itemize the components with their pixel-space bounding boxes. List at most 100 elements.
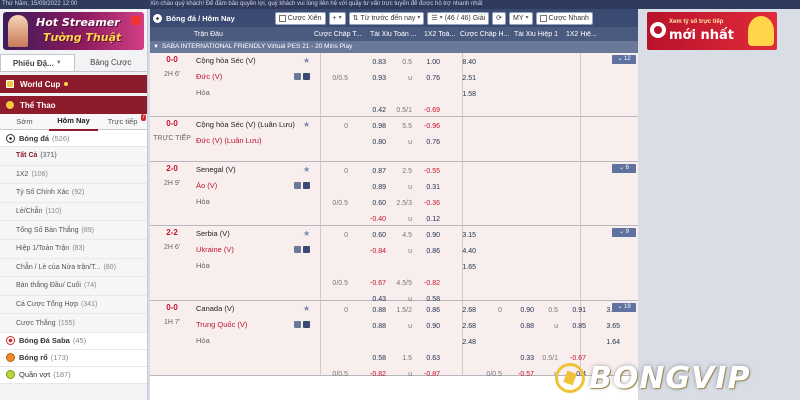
- odds-price[interactable]: 3.15: [450, 228, 476, 244]
- chevron-down-icon: ▾: [338, 14, 342, 21]
- odds-price[interactable]: -0.36: [414, 196, 440, 212]
- odds-price[interactable]: 0.90: [414, 228, 440, 244]
- odds-line: 0: [498, 307, 502, 314]
- tab-bet-list[interactable]: Bảng Cược: [75, 54, 148, 71]
- sort-select[interactable]: ⇅ Từ trước đến nay ▾: [348, 11, 425, 25]
- odds-price[interactable]: -0.96: [414, 119, 440, 135]
- odds-price[interactable]: 0.86: [414, 244, 440, 260]
- parlay-toggle[interactable]: Cược Xiên: [274, 11, 326, 25]
- odds-price[interactable]: 0.80: [360, 135, 386, 151]
- live-stream-icon[interactable]: [303, 246, 310, 253]
- odds-price[interactable]: 2.68: [450, 319, 476, 335]
- refresh-button[interactable]: ⟳: [492, 11, 507, 25]
- odds-price[interactable]: 0.93: [360, 71, 386, 87]
- match-row: 0-0 TRỰC TIẾP Cộng hòa Séc (V) (Luân Lưu) ★…: [150, 117, 638, 162]
- odds-price[interactable]: 1.58: [450, 87, 476, 103]
- odds-price[interactable]: -0.87: [414, 367, 440, 383]
- odds-price[interactable]: 0.90: [414, 319, 440, 335]
- stats-icon[interactable]: [294, 73, 301, 80]
- favorite-star-icon[interactable]: ★: [303, 226, 310, 242]
- odds-price[interactable]: 2.48: [450, 335, 476, 351]
- football-market-odd-even[interactable]: Lẻ/Chẵn (110): [0, 202, 147, 222]
- livescore-promo-banner[interactable]: Xem tỷ số trực tiếp mới nhất: [647, 12, 777, 50]
- odds-line: u: [408, 323, 412, 330]
- odds-price[interactable]: 1.64: [594, 335, 620, 351]
- odds-price[interactable]: 1.65: [450, 260, 476, 276]
- favorite-star-icon[interactable]: ★: [303, 301, 310, 317]
- sport-basketball[interactable]: Bóng rổ (173): [0, 349, 147, 367]
- football-market-half-odd-even[interactable]: Chẵn / Lẻ của Nửa trận/T... (80): [0, 258, 147, 278]
- favorite-star-icon[interactable]: ★: [303, 117, 310, 133]
- odds-price[interactable]: 0.91: [560, 303, 586, 319]
- sport-football[interactable]: Bóng đá (526): [0, 130, 147, 147]
- odds-price[interactable]: -0.84: [360, 244, 386, 260]
- league-header[interactable]: ▼ SABA INTERNATIONAL FRIENDLY Virtual PES…: [150, 41, 638, 53]
- tab-today[interactable]: Hôm Nay: [49, 113, 98, 131]
- odds-price[interactable]: 0.60: [360, 228, 386, 244]
- odds-price[interactable]: 0.90: [508, 303, 534, 319]
- tab-live[interactable]: Trực tiếp 7: [98, 113, 147, 130]
- stats-icon[interactable]: [294, 246, 301, 253]
- football-market-1x2[interactable]: 1X2 (106): [0, 165, 147, 185]
- odds-price[interactable]: 0.89: [360, 180, 386, 196]
- odds-price[interactable]: -0.82: [360, 367, 386, 383]
- worldcup-section[interactable]: World Cup: [0, 75, 147, 93]
- odds-price[interactable]: 0.63: [414, 351, 440, 367]
- odds-price[interactable]: 0.83: [360, 55, 386, 71]
- col-handicap-h1: Cược Chấp H...: [460, 30, 510, 38]
- tab-bet-slip[interactable]: Phiếu Đặ... ▼: [0, 54, 75, 71]
- live-stream-icon[interactable]: [303, 321, 310, 328]
- stats-icon[interactable]: [294, 321, 301, 328]
- odds-price[interactable]: 0.86: [414, 303, 440, 319]
- odds-price[interactable]: 0.76: [414, 71, 440, 87]
- football-market-correct-score[interactable]: Tỷ Số Chính Xác (92): [0, 184, 147, 203]
- odds-price[interactable]: 2.68: [450, 303, 476, 319]
- odds-price[interactable]: 0.88: [360, 303, 386, 319]
- add-market-button[interactable]: + ▾: [328, 11, 346, 25]
- odds-price[interactable]: 0.88: [508, 319, 534, 335]
- quick-bet-toggle[interactable]: Cược Nhanh: [535, 11, 593, 25]
- more-markets-button[interactable]: ⌄ 6: [612, 164, 636, 173]
- league-filter[interactable]: ☰ ▾ (46 / 46) Giải: [427, 11, 490, 25]
- odds-price[interactable]: -0.67: [360, 276, 386, 292]
- live-stream-icon[interactable]: [303, 73, 310, 80]
- saba-football-icon: [6, 336, 15, 346]
- more-markets-button[interactable]: ⌄ 12: [612, 55, 636, 64]
- football-market-outright[interactable]: Cược Thắng (155): [0, 314, 147, 333]
- odds-price[interactable]: 4.40: [450, 244, 476, 260]
- odds-price[interactable]: 0.87: [360, 164, 386, 180]
- sport-saba-football[interactable]: Bóng Đá Saba (45): [0, 332, 147, 350]
- odds-price[interactable]: 0.60: [360, 196, 386, 212]
- sport-tennis[interactable]: Quần vợt (187): [0, 366, 147, 384]
- odds-type-select[interactable]: MY ▾: [509, 11, 533, 25]
- odds-line: u: [408, 75, 412, 82]
- football-market-first-last-goal[interactable]: Bàn thắng Đầu/ Cuối (74): [0, 277, 147, 296]
- football-market-mix-parlay[interactable]: Cá Cược Tổng Hợp (341): [0, 295, 147, 315]
- streamer-banner[interactable]: Hot Streamer Tường Thuật: [3, 12, 144, 50]
- odds-price[interactable]: -0.57: [508, 367, 534, 383]
- odds-price[interactable]: 0.31: [414, 180, 440, 196]
- odds-price[interactable]: 0.58: [360, 351, 386, 367]
- odds-price[interactable]: 2.51: [450, 71, 476, 87]
- sports-section-header[interactable]: Thể Thao: [0, 96, 147, 114]
- odds-price[interactable]: 0.33: [508, 351, 534, 367]
- odds-price[interactable]: 0.88: [360, 319, 386, 335]
- football-market-total-goals[interactable]: Tổng Số Bàn Thắng (89): [0, 221, 147, 240]
- stats-icon[interactable]: [294, 182, 301, 189]
- odds-price[interactable]: -0.55: [414, 164, 440, 180]
- odds-price[interactable]: 0.98: [360, 119, 386, 135]
- odds-price[interactable]: 1.00: [414, 55, 440, 71]
- football-market-all[interactable]: Tất Cả (371): [0, 147, 147, 166]
- favorite-star-icon[interactable]: ★: [303, 53, 310, 69]
- odds-price[interactable]: 8.40: [450, 55, 476, 71]
- odds-price[interactable]: 3.65: [594, 319, 620, 335]
- odds-price[interactable]: 0.76: [414, 135, 440, 151]
- odds-price[interactable]: 0.85: [560, 319, 586, 335]
- more-markets-button[interactable]: ⌄ 19: [612, 303, 636, 312]
- live-stream-icon[interactable]: [303, 182, 310, 189]
- odds-price[interactable]: -0.82: [414, 276, 440, 292]
- tab-early[interactable]: Sớm: [0, 114, 49, 130]
- favorite-star-icon[interactable]: ★: [303, 162, 310, 178]
- more-markets-button[interactable]: ⌄ 9: [612, 228, 636, 237]
- football-market-ht-ft[interactable]: Hiệp 1/Toàn Trận (83): [0, 239, 147, 259]
